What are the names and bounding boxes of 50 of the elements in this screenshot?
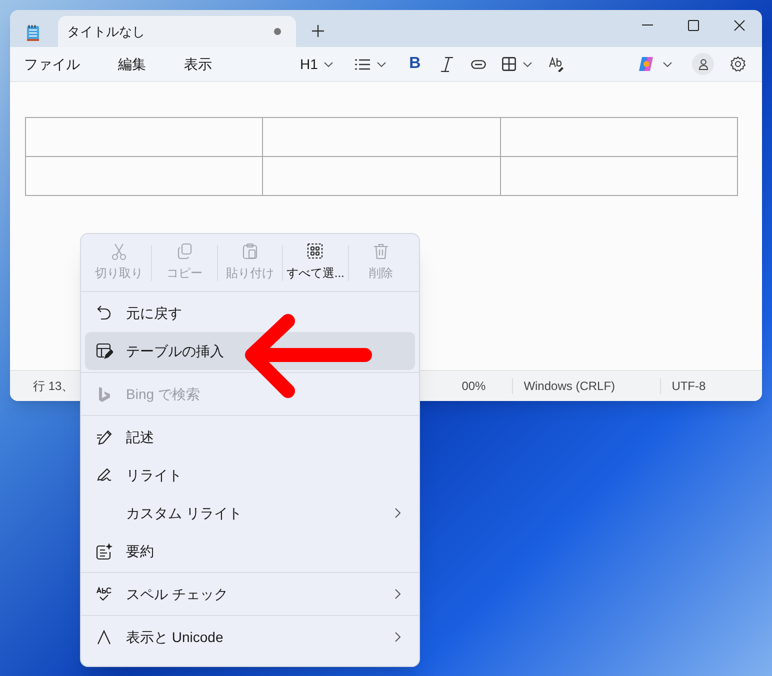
pen-icon xyxy=(96,428,113,446)
context-menu-item[interactable]: 表示と Unicode xyxy=(85,618,415,656)
signature-pen-icon xyxy=(96,466,113,484)
account-button[interactable] xyxy=(692,53,714,75)
context-menu-item[interactable]: リライト xyxy=(85,456,415,494)
settings-icon xyxy=(730,56,746,72)
context-menu-item[interactable]: スペル チェック xyxy=(85,575,415,613)
chevron-down-icon xyxy=(663,62,672,66)
chevron-down-icon xyxy=(376,62,386,66)
trash-icon xyxy=(372,243,389,260)
clipboard-icon xyxy=(242,243,258,260)
list-icon xyxy=(354,58,370,70)
undo-icon xyxy=(96,304,113,322)
zoom-level: 00% xyxy=(462,378,487,395)
spellcheck-icon xyxy=(96,586,113,602)
summary-icon xyxy=(96,542,113,560)
menu-action-button[interactable]: すべて選... xyxy=(283,238,348,288)
menu-item[interactable]: 表示 xyxy=(172,50,224,78)
notepad-icon xyxy=(26,24,40,42)
copilot-icon xyxy=(638,56,655,72)
chevron-down-icon xyxy=(324,62,333,66)
italic-icon xyxy=(440,56,453,72)
line-ending: Windows (CRLF) xyxy=(524,378,616,395)
table-icon xyxy=(502,57,516,71)
encoding: UTF-8 xyxy=(672,378,706,395)
caret-up-icon xyxy=(96,628,113,646)
link-icon xyxy=(471,60,486,68)
context-menu-item[interactable]: カスタム リライト xyxy=(85,494,415,532)
minimize-icon xyxy=(642,24,652,26)
heading-label: H1 xyxy=(300,54,318,74)
plus-icon xyxy=(312,25,324,37)
table-edit-icon xyxy=(96,342,113,360)
spellcheck-icon xyxy=(549,56,564,72)
menu-item[interactable]: ファイル xyxy=(12,50,92,78)
bold-button[interactable]: B xyxy=(400,50,430,78)
context-menu-item[interactable]: 記述 xyxy=(85,418,415,456)
cursor-position: 行 13、 xyxy=(33,378,74,395)
chevron-down-icon xyxy=(522,62,532,66)
select-all-icon xyxy=(307,243,324,260)
copy-icon xyxy=(176,243,193,260)
scissors-icon xyxy=(111,243,128,260)
heading-dropdown[interactable]: H1 xyxy=(294,50,339,78)
context-menu-item[interactable]: 要約 xyxy=(85,532,415,570)
menu-item[interactable]: 編集 xyxy=(106,50,158,78)
bing-icon xyxy=(96,386,113,402)
maximize-icon xyxy=(688,20,698,30)
close-icon xyxy=(734,20,744,30)
context-menu-item[interactable]: 元に戻す xyxy=(85,294,415,332)
person-icon xyxy=(698,58,708,70)
document-tab[interactable]: タイトルなし xyxy=(58,16,296,47)
